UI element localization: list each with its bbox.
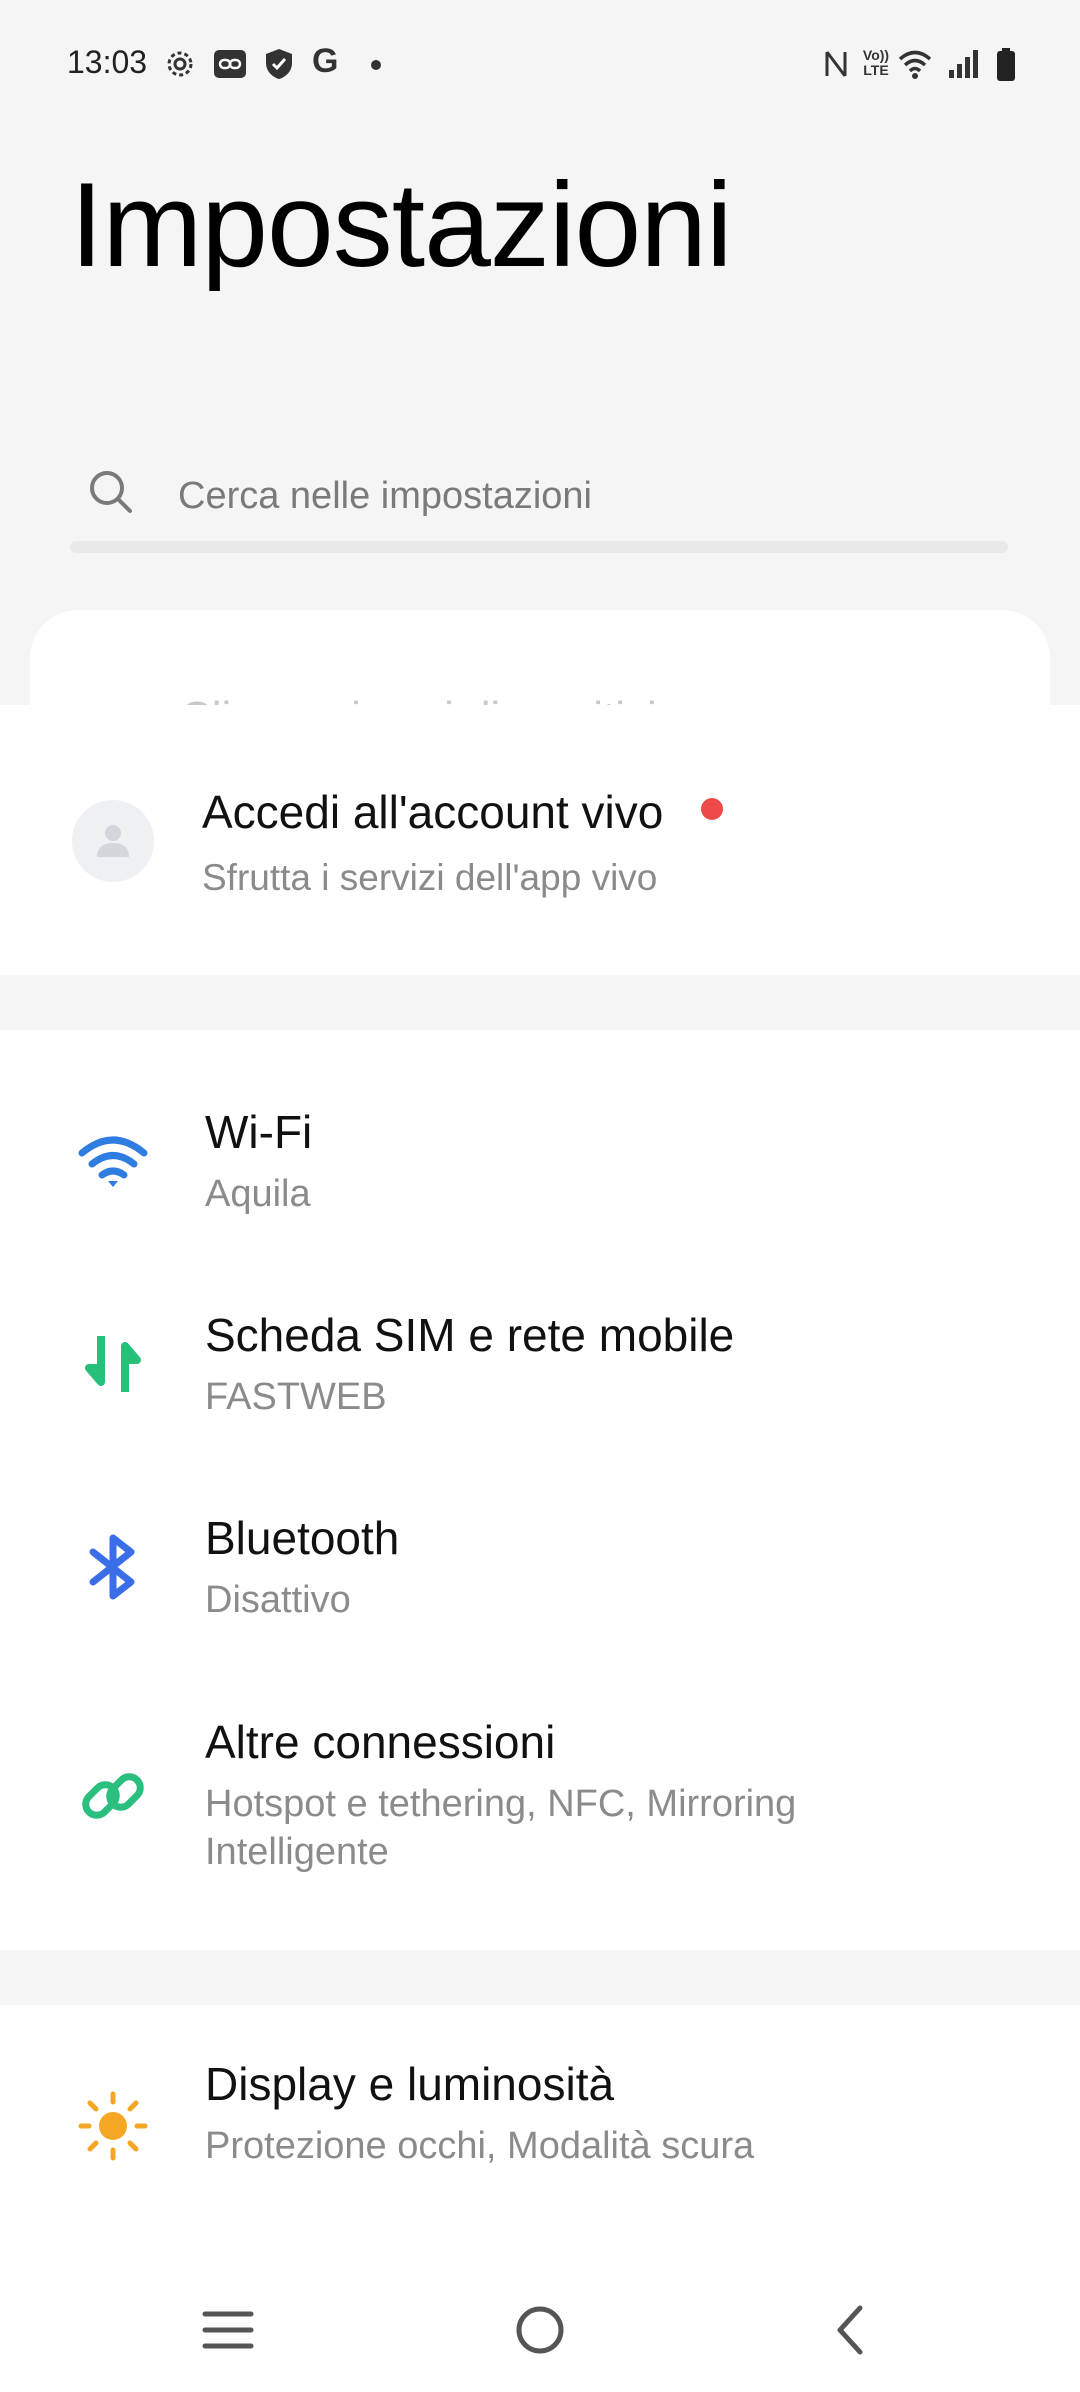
account-row[interactable]: Accedi all'account vivo Sfrutta i serviz… (0, 735, 1080, 975)
account-title: Accedi all'account vivo (202, 786, 664, 838)
person-icon (97, 825, 129, 857)
settings-item-other-connections[interactable]: Altre connessioni Hotspot e tethering, N… (0, 1680, 1080, 1930)
link-badge-icon (213, 48, 247, 85)
cell-signal-icon (947, 48, 981, 85)
menu-icon[interactable] (188, 2290, 268, 2370)
avatar (72, 800, 154, 882)
data-transfer-icon (72, 1323, 154, 1405)
bluetooth-title: Bluetooth (205, 1512, 400, 1564)
volte-icon: Vo)) LTE (862, 47, 890, 78)
navigation-bar (0, 2270, 1080, 2392)
back-icon[interactable] (810, 2290, 890, 2370)
bluetooth-icon (72, 1526, 154, 1608)
settings-item-sim[interactable]: Scheda SIM e rete mobile FASTWEB (0, 1273, 1080, 1473)
nfc-icon (823, 48, 849, 85)
page-title: Impostazioni (70, 158, 733, 292)
sim-subtitle: FASTWEB (205, 1376, 387, 1418)
section-divider (0, 1950, 1080, 2005)
notification-dot (701, 798, 723, 820)
bluetooth-subtitle: Disattivo (205, 1579, 351, 1621)
wifi-icon (72, 1120, 154, 1202)
peek-card-text: Cliccare i suoi dispositivi (180, 688, 657, 706)
status-bar: 13:03 G Vo)) LTE (0, 0, 1080, 130)
link-icon (72, 1755, 154, 1837)
settings-item-wifi[interactable]: Wi-Fi Aquila (0, 1070, 1080, 1270)
sim-title: Scheda SIM e rete mobile (205, 1309, 735, 1361)
wifi-signal-icon (898, 48, 932, 85)
settings-item-display[interactable]: Display e luminosità Protezione occhi, M… (0, 2030, 1080, 2230)
display-title: Display e luminosità (205, 2058, 615, 2110)
section-divider (0, 975, 1080, 1030)
other-connections-subtitle: Hotspot e tethering, NFC, Mirroring Inte… (205, 1783, 797, 1873)
sun-icon (72, 2085, 154, 2167)
gear-icon (164, 48, 196, 85)
wifi-title: Wi-Fi (205, 1106, 313, 1158)
shield-icon (264, 48, 294, 85)
search-icon (88, 469, 134, 520)
search-input[interactable] (176, 455, 980, 537)
battery-icon (996, 48, 1016, 87)
google-g-icon: G (312, 42, 339, 80)
home-icon[interactable] (500, 2290, 580, 2370)
display-subtitle: Protezione occhi, Modalità scura (205, 2125, 755, 2167)
search-bar[interactable] (70, 455, 1008, 555)
other-connections-title: Altre connessioni (205, 1716, 556, 1768)
status-time: 13:03 (67, 44, 148, 80)
dot-icon (370, 58, 382, 76)
search-underline (70, 541, 1008, 553)
wifi-subtitle: Aquila (205, 1173, 311, 1215)
settings-item-bluetooth[interactable]: Bluetooth Disattivo (0, 1476, 1080, 1676)
account-subtitle: Sfrutta i servizi dell'app vivo (202, 857, 658, 898)
